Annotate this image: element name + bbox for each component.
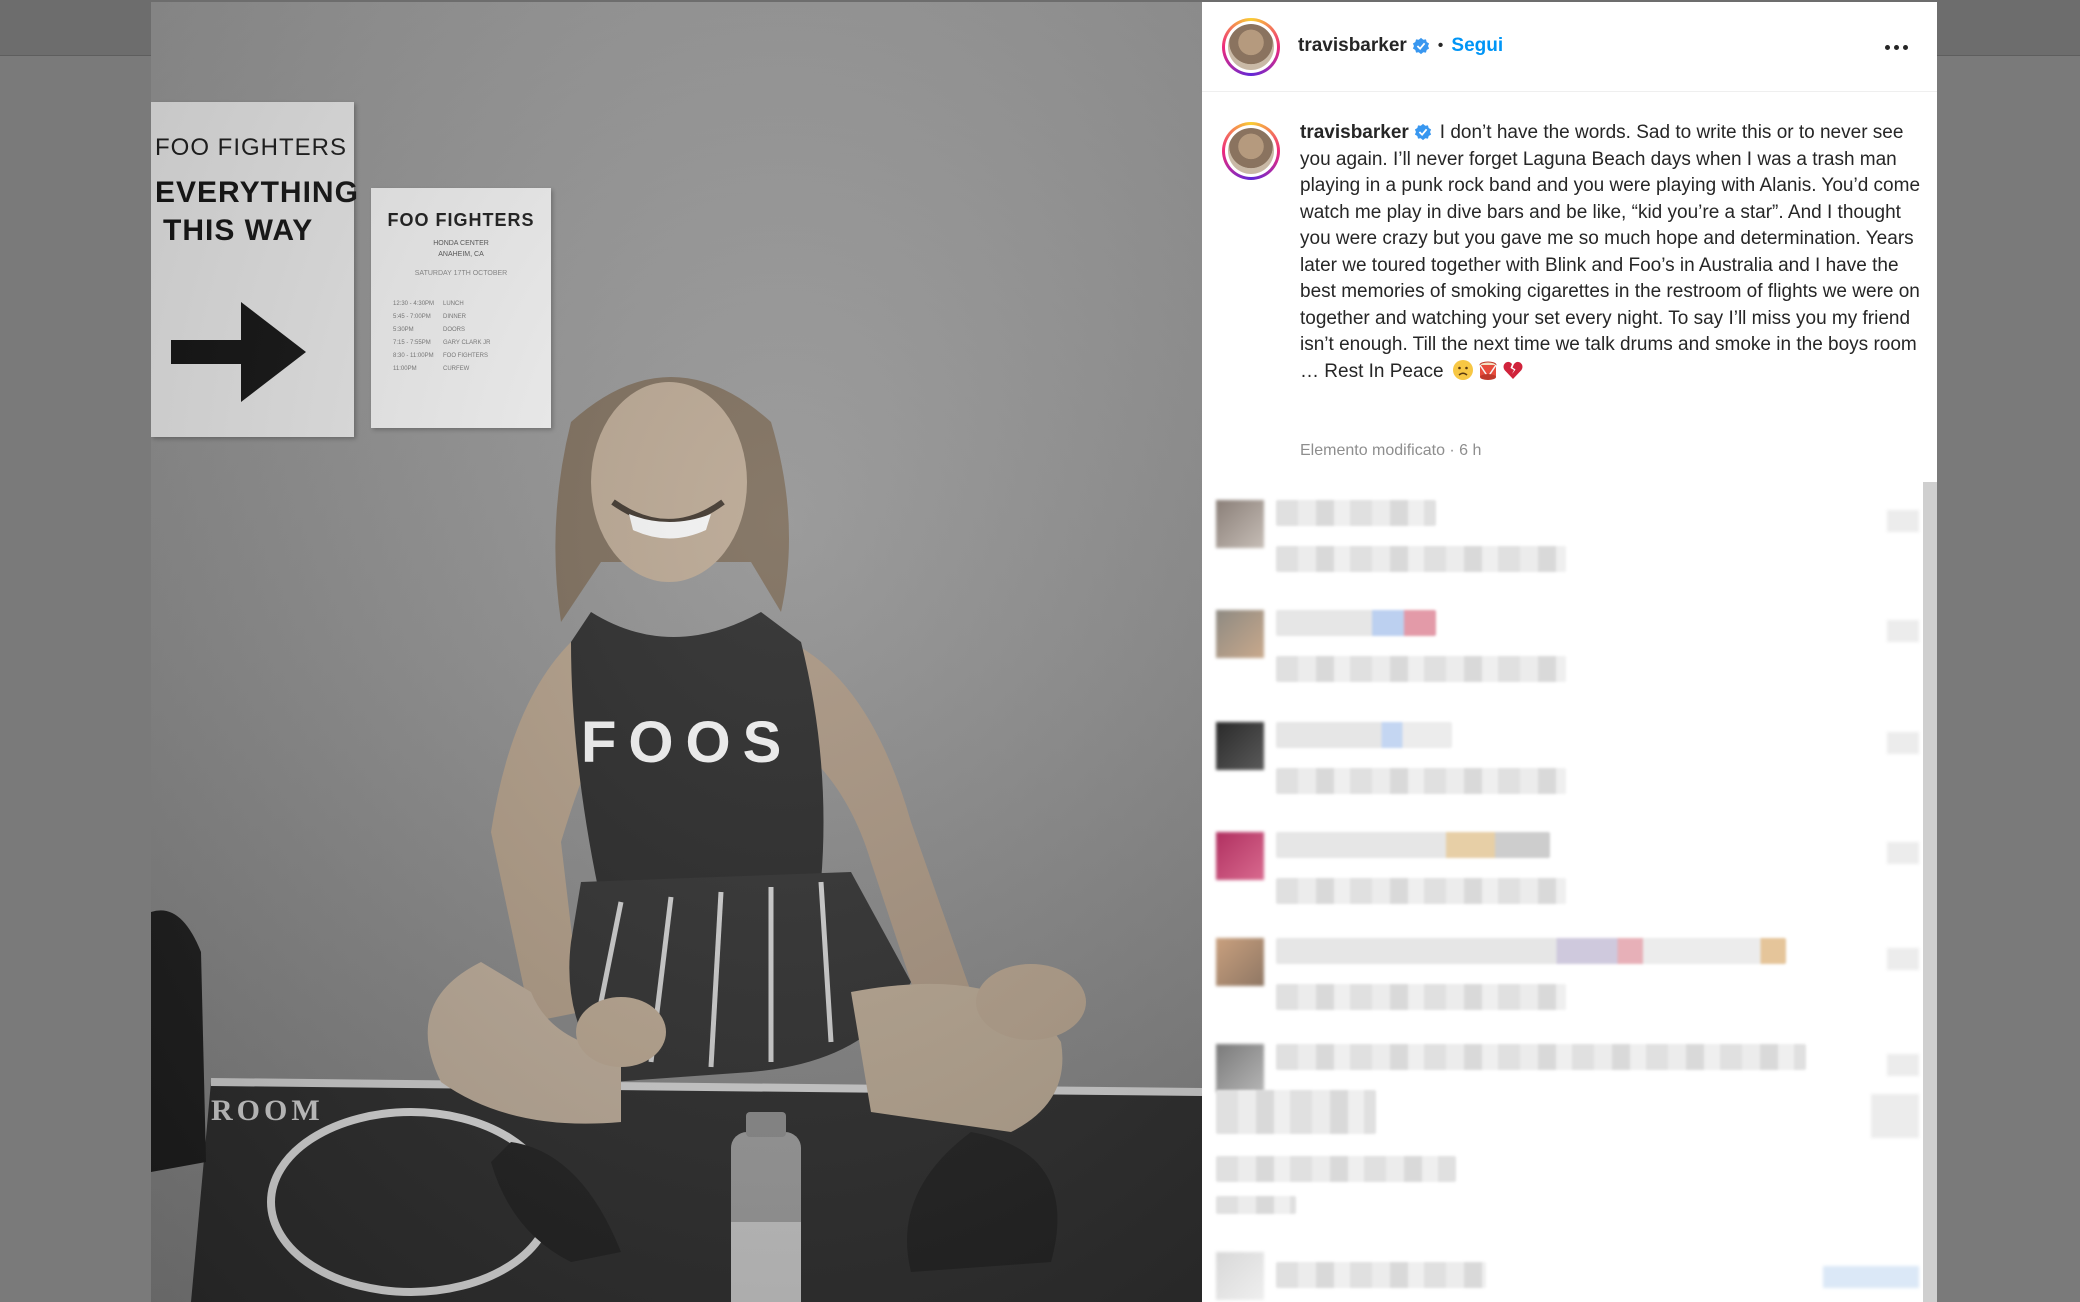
header-separator: • — [1437, 37, 1444, 54]
caption-body: I don’t have the words. Sad to write thi… — [1300, 122, 1921, 382]
more-options-icon[interactable] — [1881, 32, 1911, 62]
like-comment-icon[interactable] — [1887, 1054, 1919, 1076]
comment-text — [1216, 1156, 1456, 1182]
avatar-image — [1228, 128, 1274, 174]
comment-text — [1276, 878, 1566, 904]
like-comment-icon[interactable] — [1887, 948, 1919, 970]
comment-item[interactable] — [1202, 1044, 1937, 1214]
commenter-avatar — [1216, 610, 1264, 658]
comment-item[interactable] — [1202, 1252, 1937, 1302]
panel-scrollbar[interactable] — [1923, 482, 1937, 1302]
commenter-avatar — [1216, 500, 1264, 548]
comment-meta — [1216, 1196, 1296, 1214]
post-modal: FOO FIGHTERS EVERYTHING THIS WAY FOO FIG… — [151, 2, 1937, 1302]
verified-badge-icon — [1414, 123, 1431, 141]
comment-text — [1276, 546, 1566, 572]
commenter-avatar — [1216, 1044, 1264, 1092]
like-comment-icon[interactable] — [1887, 732, 1919, 754]
caption-author-avatar[interactable] — [1222, 122, 1280, 180]
like-comment-icon[interactable] — [1887, 620, 1919, 642]
like-comment-icon[interactable] — [1887, 842, 1919, 864]
shirt-text: FOOS — [581, 710, 793, 775]
comment-item[interactable] — [1202, 500, 1937, 580]
comment-item[interactable] — [1202, 938, 1937, 1018]
commenter-avatar — [1216, 832, 1264, 880]
comment-actions — [1216, 1090, 1376, 1134]
avatar-image — [1228, 24, 1274, 70]
comment-text — [1276, 768, 1566, 794]
comment-username — [1276, 500, 1436, 526]
post-header: travisbarker • Segui — [1202, 2, 1937, 92]
sad-face-icon — [1452, 359, 1473, 380]
comment-username — [1276, 938, 1786, 964]
comment-text — [1276, 984, 1566, 1010]
comment-username — [1276, 722, 1452, 748]
comment-item[interactable] — [1202, 722, 1937, 802]
verified-badge-icon — [1412, 37, 1429, 55]
drum-icon — [1479, 361, 1497, 380]
broken-heart-icon — [1503, 361, 1523, 379]
comment-username — [1276, 1044, 1806, 1070]
seated-person-figure: ROOM FOOS — [151, 377, 1202, 1302]
commenter-avatar — [1216, 722, 1264, 770]
floor-text: ROOM — [211, 1094, 324, 1127]
comment-username — [1276, 832, 1550, 858]
comment-username — [1276, 610, 1436, 636]
comment-item[interactable] — [1202, 610, 1937, 690]
follow-button[interactable]: Segui — [1451, 35, 1503, 57]
reply-link[interactable] — [1823, 1266, 1919, 1288]
post-timestamp: Elemento modificato · 6 h — [1300, 442, 1482, 459]
caption-text: travisbarker I don’t have the words. Sad … — [1300, 120, 1920, 385]
commenter-avatar — [1216, 938, 1264, 986]
comment-username — [1276, 1262, 1486, 1288]
comment-text — [1276, 656, 1566, 682]
commenter-avatar — [1216, 1252, 1264, 1300]
post-photo[interactable]: FOO FIGHTERS EVERYTHING THIS WAY FOO FIG… — [151, 2, 1202, 1302]
comment-item[interactable] — [1202, 832, 1937, 912]
author-username[interactable]: travisbarker — [1298, 35, 1407, 57]
caption-username[interactable]: travisbarker — [1300, 122, 1432, 143]
action-icon[interactable] — [1871, 1094, 1919, 1138]
post-side-panel: travisbarker • Segui travisbarker I don’t… — [1202, 2, 1937, 1302]
like-comment-icon[interactable] — [1887, 510, 1919, 532]
author-avatar[interactable] — [1222, 18, 1280, 76]
